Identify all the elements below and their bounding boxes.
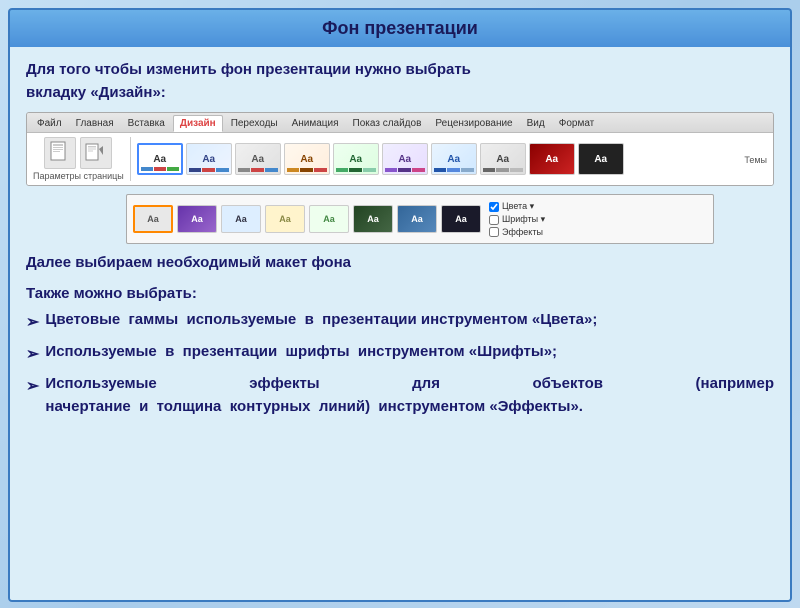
- bullet-item-3: ➢ Используемые эффекты для объектов (нап…: [26, 373, 774, 418]
- tab-home[interactable]: Главная: [70, 116, 120, 131]
- section1-text: Далее выбираем необходимый макет фона: [26, 252, 774, 275]
- ribbon-container: Файл Главная Вставка Дизайн Переходы Ани…: [26, 112, 774, 186]
- tab-transitions[interactable]: Переходы: [225, 116, 284, 131]
- tab-slideshow[interactable]: Показ слайдов: [347, 116, 428, 131]
- slide-orientation-icon[interactable]: [80, 137, 112, 169]
- fonts-option[interactable]: Шрифты ▾: [489, 214, 545, 225]
- theme-3[interactable]: Aa: [235, 143, 281, 175]
- ribbon-body: Параметры страницы Aa Aa: [27, 133, 773, 185]
- tab-view[interactable]: Вид: [521, 116, 551, 131]
- theme-7[interactable]: Aa: [431, 143, 477, 175]
- bullet-text-2: Используемые в презентации шрифты инстру…: [45, 341, 774, 364]
- tab-animation[interactable]: Анимация: [286, 116, 345, 131]
- theme-red[interactable]: Aa: [529, 143, 575, 175]
- bullet-text-3: Используемые эффекты для объектов (напри…: [45, 373, 774, 418]
- theme-6[interactable]: Aa: [382, 143, 428, 175]
- fonts-label: Шрифты ▾: [502, 214, 545, 225]
- bullet-text-1: Цветовые гаммы используемые в презентаци…: [45, 309, 774, 332]
- page-setup-label: Параметры страницы: [33, 171, 124, 181]
- theme-default[interactable]: Aa: [137, 143, 183, 175]
- page-title: Фон презентации: [20, 18, 780, 39]
- bullet-arrow-2: ➢: [26, 343, 39, 367]
- themes-label: Темы: [744, 153, 767, 165]
- tab-review[interactable]: Рецензирование: [429, 116, 518, 131]
- effects-option[interactable]: Эффекты: [489, 227, 545, 237]
- exp-theme-5[interactable]: Aa: [309, 205, 349, 233]
- ribbon-group-page: Параметры страницы: [33, 137, 131, 181]
- tab-format[interactable]: Формат: [553, 116, 601, 131]
- theme-2[interactable]: Aa: [186, 143, 232, 175]
- effects-label: Эффекты: [502, 227, 543, 237]
- ribbon-icons-page: [44, 137, 112, 169]
- theme-8[interactable]: Aa: [480, 143, 526, 175]
- themes-area: Aa Aa Aa: [137, 143, 739, 175]
- bullet-list: ➢ Цветовые гаммы используемые в презента…: [26, 309, 774, 418]
- section2-text: Также можно выбрать:: [26, 283, 774, 306]
- title-bar: Фон презентации: [8, 8, 792, 47]
- effects-checkbox[interactable]: [489, 227, 499, 237]
- theme-dark[interactable]: Aa: [578, 143, 624, 175]
- exp-theme-blue[interactable]: Aa: [397, 205, 437, 233]
- colors-checkbox[interactable]: [489, 202, 499, 212]
- expanded-themes: Aa Aa Aa Aa Aa Aa Aa Aa Цвета ▾: [126, 194, 714, 244]
- exp-theme-purple[interactable]: Aa: [177, 205, 217, 233]
- ribbon-tabs: Файл Главная Вставка Дизайн Переходы Ани…: [27, 113, 773, 133]
- side-options-panel: Цвета ▾ Шрифты ▾ Эффекты: [489, 201, 545, 237]
- tab-insert[interactable]: Вставка: [122, 116, 171, 131]
- exp-theme-dark[interactable]: Aa: [441, 205, 481, 233]
- bullet-item-1: ➢ Цветовые гаммы используемые в презента…: [26, 309, 774, 335]
- bullet-item-2: ➢ Используемые в презентации шрифты инст…: [26, 341, 774, 367]
- exp-theme-darkgreen[interactable]: Aa: [353, 205, 393, 233]
- exp-theme-3[interactable]: Aa: [221, 205, 261, 233]
- intro-text: Для того чтобы изменить фон презентации …: [26, 59, 774, 104]
- fonts-checkbox[interactable]: [489, 215, 499, 225]
- bullet-arrow-1: ➢: [26, 311, 39, 335]
- theme-5[interactable]: Aa: [333, 143, 379, 175]
- exp-theme-4[interactable]: Aa: [265, 205, 305, 233]
- exp-theme-1[interactable]: Aa: [133, 205, 173, 233]
- colors-label: Цвета ▾: [502, 201, 534, 212]
- theme-4[interactable]: Aa: [284, 143, 330, 175]
- tab-design[interactable]: Дизайн: [173, 115, 223, 132]
- page-setup-icon[interactable]: [44, 137, 76, 169]
- bullet-arrow-3: ➢: [26, 375, 39, 399]
- main-content: Для того чтобы изменить фон презентации …: [8, 47, 792, 602]
- tab-file[interactable]: Файл: [31, 116, 68, 131]
- colors-option[interactable]: Цвета ▾: [489, 201, 545, 212]
